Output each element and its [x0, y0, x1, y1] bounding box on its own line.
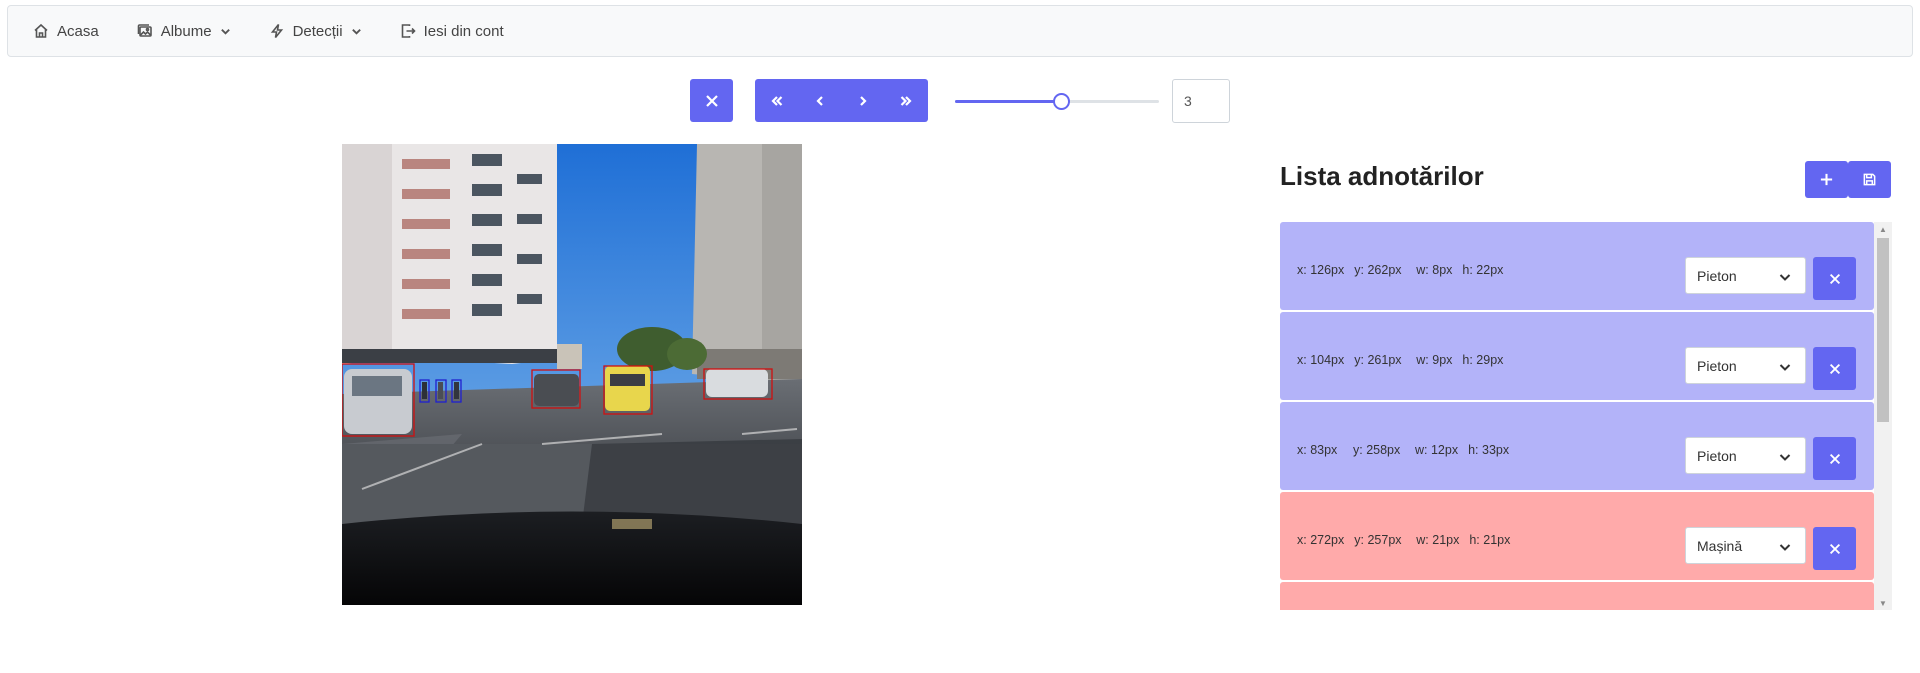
close-icon	[1829, 543, 1840, 554]
nav-logout-label: Iesi din cont	[423, 22, 504, 40]
chevron-down-icon	[1779, 454, 1791, 461]
close-button[interactable]	[690, 79, 733, 122]
annotation-row: x: 104px y: 261px w: 9px h: 29px Pieton	[1280, 312, 1874, 400]
coord-h: h: 33px	[1468, 443, 1510, 457]
coord-y: y: 258px	[1353, 443, 1401, 457]
nav-detections-label: Detecții	[292, 22, 343, 40]
coord-y: y: 261px	[1354, 353, 1402, 367]
chevron-down-icon	[220, 28, 230, 35]
slider-thumb[interactable]	[1053, 93, 1071, 110]
chevron-down-icon	[1779, 274, 1791, 281]
chevron-down-icon	[1779, 544, 1791, 551]
coord-y: y: 262px	[1354, 263, 1402, 277]
coord-w: w: 9px	[1416, 353, 1453, 367]
slider-fill	[955, 100, 1062, 103]
close-icon	[1829, 363, 1840, 374]
annotation-type-select[interactable]: Pieton	[1685, 347, 1806, 384]
nav-albums-label: Albume	[160, 22, 212, 40]
annotation-type-value: Pieton	[1697, 357, 1737, 374]
close-icon	[1829, 453, 1840, 464]
annotation-coords: x: 83px y: 258px w: 12px h: 33px	[1297, 443, 1509, 457]
nav-detections-dropdown[interactable]: Detecții	[269, 23, 362, 40]
plus-icon	[1820, 173, 1833, 186]
coord-h: h: 29px	[1462, 353, 1504, 367]
level-slider[interactable]	[955, 92, 1159, 110]
last-image-button[interactable]	[885, 79, 928, 122]
previous-image-button[interactable]	[798, 79, 841, 122]
annotation-row-partial	[1280, 582, 1874, 610]
scroll-down-arrow-icon[interactable]: ▼	[1874, 596, 1892, 610]
nav-home[interactable]: Acasa	[33, 23, 99, 40]
coord-x: x: 272px	[1297, 533, 1345, 547]
delete-annotation-button[interactable]	[1813, 257, 1856, 300]
coord-x: x: 83px	[1297, 443, 1338, 457]
annotation-row: x: 272px y: 257px w: 21px h: 21px Mașină	[1280, 492, 1874, 580]
annotation-row: x: 83px y: 258px w: 12px h: 33px Pieton	[1280, 402, 1874, 490]
close-icon	[1829, 273, 1840, 284]
chevron-right-icon	[860, 95, 867, 106]
annotation-list: x: 126px y: 262px w: 8px h: 22px Pieton …	[1280, 222, 1892, 610]
lightning-icon	[270, 24, 283, 38]
save-icon	[1863, 173, 1876, 186]
add-annotation-button[interactable]	[1805, 161, 1848, 198]
annotation-coords: x: 126px y: 262px w: 8px h: 22px	[1297, 263, 1503, 277]
close-icon	[705, 94, 718, 107]
vertical-scrollbar[interactable]: ▲ ▼	[1874, 222, 1892, 610]
coord-x: x: 126px	[1297, 263, 1345, 277]
annotation-row: x: 126px y: 262px w: 8px h: 22px Pieton	[1280, 222, 1874, 310]
coord-x: x: 104px	[1297, 353, 1345, 367]
top-navbar: Acasa Albume Detecții Iesi din cont	[7, 5, 1913, 57]
image-pager	[755, 79, 928, 122]
coord-h: h: 22px	[1462, 263, 1504, 277]
annotation-type-select[interactable]: Pieton	[1685, 257, 1806, 294]
nav-albums-dropdown[interactable]: Albume	[137, 23, 231, 40]
level-number-input[interactable]	[1172, 79, 1230, 123]
chevron-left-icon	[816, 95, 823, 106]
coord-h: h: 21px	[1469, 533, 1511, 547]
scrollbar-thumb[interactable]	[1877, 238, 1889, 422]
chevron-down-icon	[1779, 364, 1791, 371]
chevron-double-right-icon	[901, 95, 912, 106]
annotation-type-select[interactable]: Mașină	[1685, 527, 1806, 564]
save-annotations-button[interactable]	[1848, 161, 1891, 198]
home-icon	[34, 23, 48, 38]
delete-annotation-button[interactable]	[1813, 437, 1856, 480]
coord-y: y: 257px	[1354, 533, 1402, 547]
logout-icon	[401, 24, 416, 38]
annotation-type-select[interactable]: Pieton	[1685, 437, 1806, 474]
annotation-rows: x: 126px y: 262px w: 8px h: 22px Pieton …	[1280, 222, 1874, 610]
delete-annotation-button[interactable]	[1813, 527, 1856, 570]
first-image-button[interactable]	[755, 79, 798, 122]
nav-home-label: Acasa	[57, 22, 99, 40]
chevron-down-icon	[351, 28, 361, 35]
delete-annotation-button[interactable]	[1813, 347, 1856, 390]
annotated-image[interactable]	[342, 144, 802, 605]
coord-w: w: 12px	[1415, 443, 1459, 457]
annotation-type-value: Mașină	[1697, 537, 1743, 554]
annotation-coords: x: 104px y: 261px w: 9px h: 29px	[1297, 353, 1503, 367]
annotations-title: Lista adnotărilor	[1280, 161, 1484, 191]
annotation-type-value: Pieton	[1697, 447, 1737, 464]
coord-w: w: 21px	[1416, 533, 1460, 547]
nav-logout[interactable]: Iesi din cont	[400, 23, 504, 40]
scroll-up-arrow-icon[interactable]: ▲	[1874, 222, 1892, 236]
images-icon	[137, 24, 152, 37]
next-image-button[interactable]	[842, 79, 885, 122]
coord-w: w: 8px	[1416, 263, 1453, 277]
chevron-double-left-icon	[771, 95, 782, 106]
street-scene-image	[342, 144, 802, 605]
annotation-coords: x: 272px y: 257px w: 21px h: 21px	[1297, 533, 1510, 547]
annotation-type-value: Pieton	[1697, 267, 1737, 284]
